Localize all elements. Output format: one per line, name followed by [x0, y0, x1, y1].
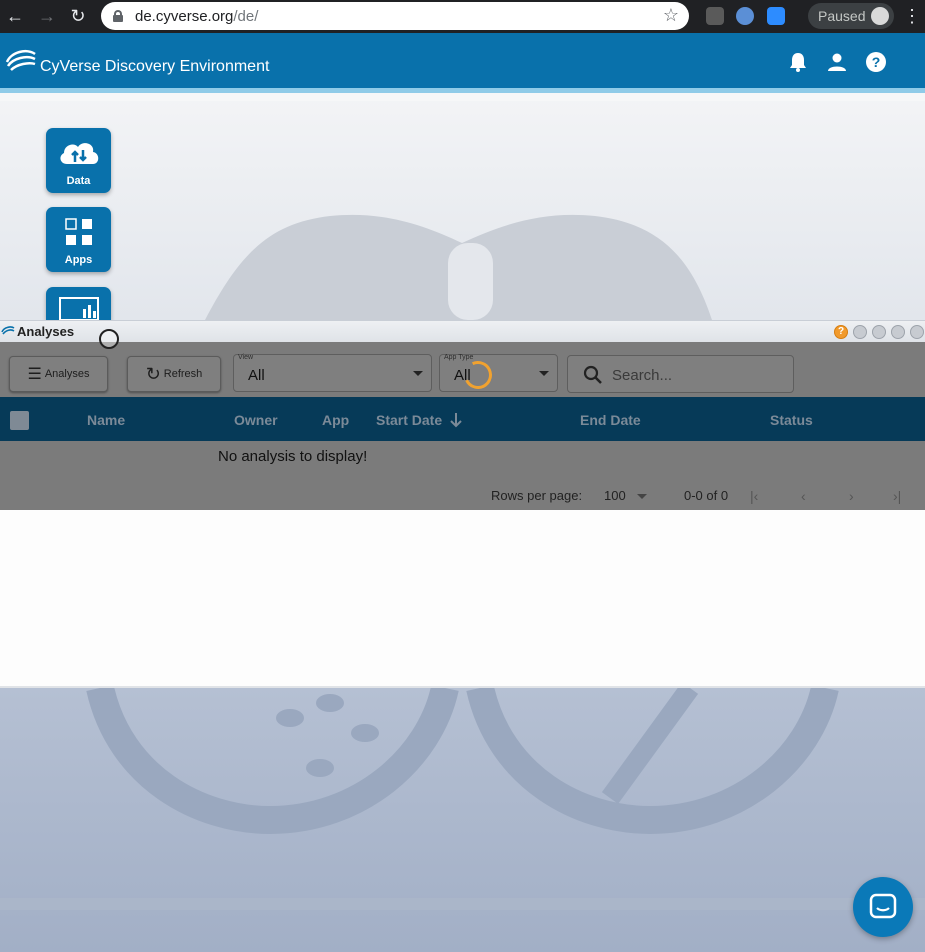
- search-field[interactable]: [567, 355, 794, 393]
- select-all-checkbox[interactable]: [10, 411, 29, 430]
- user-icon[interactable]: [826, 51, 848, 73]
- view-select-caption: View: [238, 354, 254, 361]
- extension-icon[interactable]: [736, 7, 754, 25]
- reload-icon[interactable]: ↻: [63, 1, 93, 31]
- view-select[interactable]: View All: [233, 354, 432, 392]
- analyses-window-body: ☰ Analyses ↻ Refresh View All App Type A…: [0, 342, 925, 510]
- window-layout-button[interactable]: [853, 325, 867, 339]
- browser-menu-icon[interactable]: ⋮: [903, 6, 921, 27]
- back-icon[interactable]: ←: [0, 1, 30, 31]
- chevron-down-icon: [637, 494, 648, 500]
- desktop-background: [0, 93, 925, 320]
- analyses-window-titlebar[interactable]: Analyses ?: [0, 320, 925, 342]
- app-title: CyVerse Discovery Environment: [40, 58, 270, 75]
- next-page-icon[interactable]: ›: [849, 488, 854, 504]
- analyses-window-empty-area: [0, 510, 925, 688]
- rows-per-page-value: 100: [604, 488, 626, 503]
- lock-icon: [113, 10, 123, 22]
- column-header-owner[interactable]: Owner: [234, 412, 278, 428]
- profile-button[interactable]: Paused: [808, 3, 894, 29]
- window-minimize-button[interactable]: [872, 325, 886, 339]
- window-maximize-button[interactable]: [891, 325, 905, 339]
- analyses-menu-label: Analyses: [44, 368, 90, 380]
- app-type-select-caption: App Type: [444, 354, 474, 361]
- dna-watermark: [0, 688, 925, 910]
- desktop-background-lower: [0, 688, 925, 952]
- window-title: Analyses: [17, 324, 75, 339]
- app-header: CyVerse Discovery Environment ?: [0, 33, 925, 93]
- previous-page-icon[interactable]: ‹: [801, 488, 806, 504]
- desktop-top-strip: [0, 93, 925, 101]
- window-close-button[interactable]: [910, 325, 924, 339]
- sort-arrow-down-icon[interactable]: [449, 412, 463, 428]
- desktop-icon-label: Apps: [64, 254, 93, 266]
- zoom-extension-icon[interactable]: [767, 7, 785, 25]
- column-header-end-date[interactable]: End Date: [580, 412, 641, 428]
- search-input[interactable]: [612, 365, 782, 385]
- desktop-icon-apps[interactable]: Apps: [46, 207, 111, 272]
- url-host: de.cyverse.org: [135, 7, 234, 25]
- url-path: /de/: [233, 7, 259, 25]
- refresh-button[interactable]: ↻ Refresh: [127, 356, 221, 392]
- chevron-down-icon: [539, 371, 549, 376]
- cyverse-logo-icon: [5, 50, 36, 71]
- chat-launcher-button[interactable]: [853, 877, 913, 937]
- profile-status: Paused: [818, 8, 866, 24]
- chat-icon: [869, 893, 897, 919]
- first-page-icon[interactable]: |‹: [750, 488, 758, 504]
- window-help-button[interactable]: ?: [834, 325, 848, 339]
- apps-grid-icon: [65, 218, 92, 245]
- desktop-icon-data[interactable]: Data: [46, 128, 111, 193]
- analyses-chart-icon: [59, 297, 99, 320]
- browser-toolbar: ← → ↻ de.cyverse.org/de/ ☆ Paused ⋮: [0, 0, 925, 33]
- bookmark-star-icon[interactable]: ☆: [663, 5, 679, 26]
- rows-per-page-select[interactable]: 100: [604, 488, 648, 503]
- desktop-icon-label: Data: [66, 175, 91, 187]
- analyses-menu-button[interactable]: ☰ Analyses: [9, 356, 108, 392]
- forward-icon[interactable]: →: [32, 1, 62, 31]
- book-watermark: [205, 214, 712, 320]
- cyverse-logo-icon: [1, 326, 15, 335]
- svg-text:?: ?: [872, 54, 881, 70]
- empty-grid-message: No analysis to display!: [218, 448, 368, 465]
- menu-icon: ☰: [27, 366, 42, 383]
- notifications-bell-icon[interactable]: [787, 51, 809, 73]
- search-icon: [583, 365, 602, 384]
- address-bar[interactable]: de.cyverse.org/de/ ☆: [101, 2, 689, 30]
- grid-header: Name Owner App Start Date End Date Statu…: [0, 397, 925, 441]
- refresh-icon: ↻: [145, 363, 161, 384]
- view-select-value: All: [248, 367, 265, 384]
- refresh-label: Refresh: [163, 368, 203, 380]
- column-header-status[interactable]: Status: [770, 412, 813, 428]
- app-type-select[interactable]: App Type All: [439, 354, 558, 392]
- cloud-transfer-icon: [60, 143, 99, 164]
- desktop-icon-analyses[interactable]: [46, 287, 111, 320]
- pagination-range: 0-0 of 0: [684, 488, 729, 503]
- column-header-app[interactable]: App: [322, 412, 349, 428]
- avatar: [871, 7, 889, 25]
- chevron-down-icon: [413, 371, 423, 376]
- last-page-icon[interactable]: ›|: [893, 488, 901, 504]
- mouse-cursor: [99, 329, 119, 349]
- extension-icon[interactable]: [706, 7, 724, 25]
- column-header-name[interactable]: Name: [87, 412, 125, 428]
- help-icon[interactable]: ?: [865, 51, 887, 73]
- column-header-start-date[interactable]: Start Date: [376, 412, 442, 428]
- rows-per-page-label: Rows per page:: [491, 488, 583, 503]
